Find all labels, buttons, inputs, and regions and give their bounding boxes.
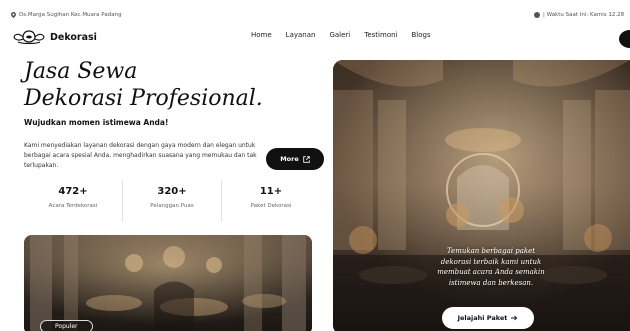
external-link-icon	[303, 155, 310, 163]
time-info: | Waktu Saat Ini: Kamis 12.28	[534, 12, 624, 18]
address-info: Ds.Marga Sugihan Kec.Muara Padang	[11, 12, 122, 18]
time-text: | Waktu Saat Ini: Kamis 12.28	[543, 12, 625, 18]
address-text: Ds.Marga Sugihan Kec.Muara Padang	[19, 12, 122, 18]
stat-value: 320+	[157, 186, 187, 197]
nav-action-button[interactable]	[619, 30, 630, 48]
nav-blogs[interactable]: Blogs	[411, 31, 430, 39]
stat-customers: 320+ Pelanggan Puas	[122, 180, 221, 222]
clock-icon	[534, 12, 540, 18]
nav-layanan[interactable]: Layanan	[286, 31, 316, 39]
stat-packages: 11+ Paket Dekorasi	[221, 180, 320, 222]
popular-badge: Populer	[40, 320, 93, 331]
hero-title: Jasa Sewa Dekorasi Profesional.	[24, 58, 263, 112]
nav-galeri[interactable]: Galeri	[329, 31, 350, 39]
brand-name: Dekorasi	[50, 31, 97, 43]
explore-packages-label: Jelajahi Paket	[457, 314, 508, 322]
stat-label: Paket Dekorasi	[250, 203, 292, 209]
stat-events: 472+ Acara Terdekorasi	[24, 180, 122, 222]
hero-title-line2: Dekorasi Profesional.	[24, 86, 263, 111]
stat-value: 472+	[58, 186, 88, 197]
ornament-logo-icon	[13, 30, 45, 44]
stats-row: 472+ Acara Terdekorasi 320+ Pelanggan Pu…	[24, 180, 320, 222]
stat-label: Acara Terdekorasi	[48, 203, 98, 209]
featured-caption: Temukan berbagai paket dekorasi terbaik …	[437, 247, 545, 287]
main-nav: Home Layanan Galeri Testimoni Blogs	[251, 31, 445, 39]
location-pin-icon	[11, 12, 16, 18]
nav-testimoni[interactable]: Testimoni	[364, 31, 397, 39]
more-button-label: More	[280, 155, 299, 163]
popular-package-card[interactable]: Populer	[24, 235, 312, 331]
top-info-bar: Ds.Marga Sugihan Kec.Muara Padang | Wakt…	[0, 0, 630, 30]
arrow-right-icon	[511, 315, 518, 321]
stat-label: Pelanggan Puas	[150, 203, 194, 209]
featured-decoration-card	[333, 60, 630, 331]
explore-packages-button[interactable]: Jelajahi Paket	[442, 307, 534, 329]
hero-subtitle: Wujudkan momen istimewa Anda!	[24, 118, 169, 127]
nav-home[interactable]: Home	[251, 31, 272, 39]
banquet-hall-photo	[24, 235, 312, 331]
wedding-stage-photo	[333, 60, 630, 331]
stat-value: 11+	[259, 186, 283, 197]
brand-logo[interactable]: Dekorasi	[12, 28, 97, 46]
more-button[interactable]: More	[266, 148, 324, 170]
hero-description: Kami menyediakan layanan dekorasi dengan…	[24, 142, 257, 169]
hero-title-line1: Jasa Sewa	[24, 59, 138, 84]
